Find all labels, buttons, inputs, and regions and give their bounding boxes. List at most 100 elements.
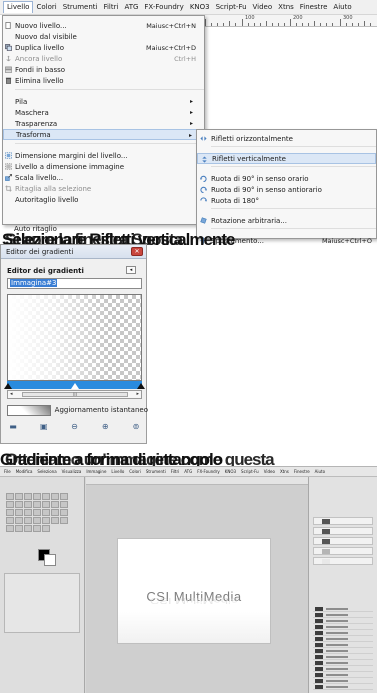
scroll-right-icon[interactable]: ▸ [136,391,139,398]
dialog-button-row: ▬ ▣ ⊖ ⊕ ⊚ [7,420,142,432]
gimp-menu-item: Script-Fu [241,469,259,474]
menu-item-crop-to-selection[interactable]: Ritaglia alla selezione [3,183,204,194]
menu-item-label: Livello a dimensione immagine [15,162,125,171]
menu-filtri[interactable]: Filtri [100,1,121,14]
close-icon[interactable]: ✕ [131,247,143,256]
instant-update-label: Aggiornamento istantaneo [54,406,148,414]
menu-item-rotate-ccw[interactable]: Ruota di 90° in senso antiorario [197,184,376,195]
zoom-out-icon[interactable]: ⊖ [69,420,81,432]
transform-submenu: Rifletti orizzontalmente Rifletti vertic… [196,129,377,245]
menu-fx-foundry[interactable]: FX-Foundry [141,1,186,14]
gimp-menubar: File Modifica Seleziona Visualizza Immag… [0,467,377,477]
menu-item-rotate-180[interactable]: Ruota di 180° [197,195,376,206]
menu-item-stack[interactable]: Pila ▸ [3,96,204,107]
menu-item-label: Duplica livello [15,43,65,52]
gradient-name-value: Immagina#3 [10,279,58,287]
menu-item-transparency[interactable]: Trasparenza ▸ [3,118,204,129]
menu-item-autocrop-layer[interactable]: Autoritaglio livello [3,194,204,205]
instant-update-row[interactable]: Aggiornamento istantaneo [7,404,148,416]
menu-atg[interactable]: ATG [121,1,141,14]
menu-item-new-layer[interactable]: Nuovo livello... Maiusc+Ctrl+N [3,20,204,31]
menu-item-duplicate-layer[interactable]: Duplica livello Maiusc+Ctrl+D [3,42,204,53]
menu-item-layer-to-image-size[interactable]: Livello a dimensione immagine [3,161,204,172]
scrollbar-thumb[interactable]: III [22,392,128,397]
menu-separator [211,208,376,213]
menu-item-label: Nuovo dal visibile [15,32,77,41]
menu-script-fu[interactable]: Script-Fu [213,1,250,14]
tool-grid [6,493,68,532]
gradient-preview[interactable] [7,294,142,381]
layer-boundary-icon [5,152,12,159]
image-result: CSI MultiMedia CSI MultiMedia [117,538,271,644]
ruler-label: 300 [343,15,353,21]
ruler-label: 100 [245,15,255,21]
submenu-arrow-icon: ▸ [189,98,193,105]
menu-item-scale-layer[interactable]: Scala livello... [3,172,204,183]
stop-handle[interactable] [4,383,12,389]
menu-item-label: Rifletti verticalmente [212,154,286,163]
flip-vertical-icon [202,156,207,163]
menu-separator [211,146,376,151]
midpoint-handle[interactable] [71,383,79,389]
menu-item-arbitrary-rotation[interactable]: Rotazione arbitraria... [197,215,376,226]
dialog-titlebar[interactable]: Editor dei gradienti [1,245,146,259]
menu-item-label: Maschera [15,108,49,117]
menu-item-label: Fondi in basso [15,65,66,74]
menu-item-transform[interactable]: Trasforma ▸ [3,129,204,140]
duplicate-layer-icon [5,44,12,51]
menu-item-label: Scala livello... [15,173,64,182]
gimp-menu-item: ATG [184,469,193,474]
new-layer-icon [5,22,11,29]
ruler-label: 200 [293,15,303,21]
menu-item-anchor-layer[interactable]: Ancora livello Ctrl+H [3,53,204,64]
menu-item-label: Trasparenza [15,119,58,128]
gimp-menu-item: Strumenti [145,469,166,474]
stop-handle[interactable] [137,383,145,389]
revert-icon[interactable]: ▣ [38,420,50,432]
heading-text: Otteniamo un'immagine come questa [5,450,275,467]
menu-kno3[interactable]: KNO3 [187,1,213,14]
menu-item-mask[interactable]: Maschera ▸ [3,107,204,118]
menu-item-label: Ritaglia alla selezione [15,184,92,193]
menu-item-delete-layer[interactable]: Elimina livello [3,75,204,86]
shortcut-label: Ctrl+H [174,54,196,63]
menu-xtns[interactable]: Xtns [275,1,297,14]
menu-strumenti[interactable]: Strumenti [60,1,101,14]
panel-title: Editor dei gradienti [7,267,84,275]
horizontal-scrollbar[interactable]: ◂ III ▸ [7,390,142,399]
menu-video[interactable]: Video [250,1,276,14]
menu-item-merge-down[interactable]: Fondi in basso [3,64,204,75]
gradient-name-input[interactable]: Immagina#3 [7,278,142,289]
menu-item-flip-horizontal[interactable]: Rifletti orizzontalmente [197,133,376,144]
menu-item-label: Nuovo livello... [15,21,67,30]
dialog-title: Editor dei gradienti [6,247,74,256]
menu-finestre[interactable]: Finestre [297,1,331,14]
scale-layer-icon [5,174,12,181]
gimp-menu-item: FX-Foundry [197,469,220,474]
menu-livello[interactable]: Livello [3,1,34,13]
menu-aiuto[interactable]: Aiuto [330,1,354,14]
gimp-result-screenshot: File Modifica Seleziona Visualizza Immag… [0,466,377,693]
anchor-icon [6,55,11,62]
gimp-menu-item: Livello [111,469,125,474]
horizontal-ruler: 100 200 300 [205,15,377,27]
menu-colori[interactable]: Colori [33,1,59,14]
menu-item-label: Elimina livello [15,76,64,85]
gimp-menu-item: File [4,469,11,474]
delete-layer-icon [5,77,12,84]
menu-item-rotate-cw[interactable]: Ruota di 90° in senso orario [197,173,376,184]
layers-panel [308,477,377,693]
gimp-menu-item: Finestre [293,469,310,474]
gradient-stop-bar[interactable] [4,381,145,389]
panel-menu-button[interactable]: ◂ [126,266,136,274]
gradient-editor-dialog: Editor dei gradienti ✕ Editor dei gradie… [0,244,148,444]
rotate-ccw-icon [200,186,207,193]
scroll-left-icon[interactable]: ◂ [10,391,13,398]
menu-item-flip-vertical[interactable]: Rifletti verticalmente [197,153,376,164]
menu-item-layer-boundary-size[interactable]: Dimensione margini del livello... [3,150,204,161]
tool-options-panel [4,573,80,633]
zoom-in-icon[interactable]: ⊕ [99,420,111,432]
zoom-all-icon[interactable]: ⊚ [130,420,142,432]
save-icon[interactable]: ▬ [7,420,19,432]
menu-item-new-from-visible[interactable]: Nuovo dal visibile [3,31,204,42]
